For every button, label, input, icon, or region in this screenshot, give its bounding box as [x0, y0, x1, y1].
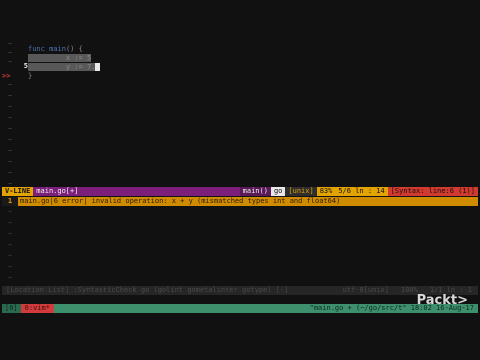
empty-line-marker: ~	[8, 158, 13, 166]
keyword-func: func	[28, 45, 45, 53]
quickfix-list[interactable]: 1 main.go|6 error| invalid operation: x …	[2, 197, 478, 206]
file-format: [unix]	[285, 187, 317, 196]
function-name: main	[49, 45, 66, 53]
cursor-position: 5/6 ln : 14	[335, 187, 388, 196]
empty-line-marker: ~	[8, 241, 13, 249]
empty-line-marker: ~	[8, 169, 13, 177]
empty-line-marker: ~	[8, 49, 13, 57]
empty-line-marker: ~	[8, 81, 13, 89]
tmux-pane-info: "main.go + (~/go/src/t" 18:02 16-Aug-17	[309, 304, 474, 312]
empty-line-marker: ~	[8, 125, 13, 133]
empty-line-marker: ~	[8, 103, 13, 111]
code-line-1[interactable]: func main() {	[28, 45, 83, 54]
quickfix-empty-area: ~ ~ ~ ~ ~ ~ ~	[2, 206, 22, 284]
text-cursor	[95, 63, 101, 71]
quickfix-statusline: [Location List] :SyntasticCheck go (goli…	[2, 286, 478, 295]
empty-line-marker: ~	[8, 208, 13, 216]
code-punct: () {	[65, 45, 83, 53]
empty-line-marker: ~	[8, 252, 13, 260]
empty-line-marker: ~	[8, 263, 13, 271]
empty-line-marker: ~	[8, 136, 13, 144]
syntax-error-indicator[interactable]: [Syntax: line:6 (1)]	[387, 187, 478, 196]
empty-line-marker: ~	[8, 40, 13, 48]
visual-selection: y := 7.	[28, 63, 96, 71]
quickfix-line-number: 1	[2, 197, 18, 206]
current-function: main()	[239, 187, 271, 196]
quickfix-error-entry[interactable]: main.go|6 error| invalid operation: x + …	[18, 197, 478, 206]
empty-line-marker: ~	[8, 92, 13, 100]
code-line-4[interactable]: }	[28, 72, 32, 81]
error-sign: >>	[2, 72, 11, 80]
quickfix-encoding: utf-8[unix]	[342, 286, 389, 294]
location-list-title: [Location List] :SyntasticCheck go (goli…	[6, 286, 289, 294]
visual-selection: x := 5	[28, 54, 92, 62]
empty-line-marker: ~	[8, 114, 13, 122]
code-line-2[interactable]: x := 5	[28, 54, 92, 63]
tmux-session: [0]	[2, 304, 21, 313]
file-name: main.go[+]	[33, 187, 240, 196]
code-line-3[interactable]: y := 7.	[28, 63, 101, 72]
scroll-percent: 83%	[316, 187, 336, 196]
empty-line-marker: ~	[8, 230, 13, 238]
tmux-spacer	[54, 304, 310, 313]
empty-line-marker: ~	[8, 274, 13, 282]
tmux-active-window[interactable]: 0:vim*	[20, 304, 54, 313]
mode-indicator: V-LINE	[2, 187, 34, 196]
vim-statusline: V-LINE main.go[+] main() go [unix] 83% 5…	[2, 187, 478, 196]
empty-line-marker: ~	[8, 219, 13, 227]
empty-line-marker: ~	[8, 147, 13, 155]
code-punct: }	[28, 72, 33, 80]
filetype: go	[270, 187, 286, 196]
tmux-statusbar: [0] 0:vim* "main.go + (~/go/src/t" 18:02…	[2, 304, 478, 313]
current-line-number: 5	[23, 62, 28, 70]
editor-window[interactable]: ~ ~ ~ 5 >> ~ ~ ~ ~ ~ ~ ~ ~ ~ ~ func main…	[2, 40, 478, 315]
